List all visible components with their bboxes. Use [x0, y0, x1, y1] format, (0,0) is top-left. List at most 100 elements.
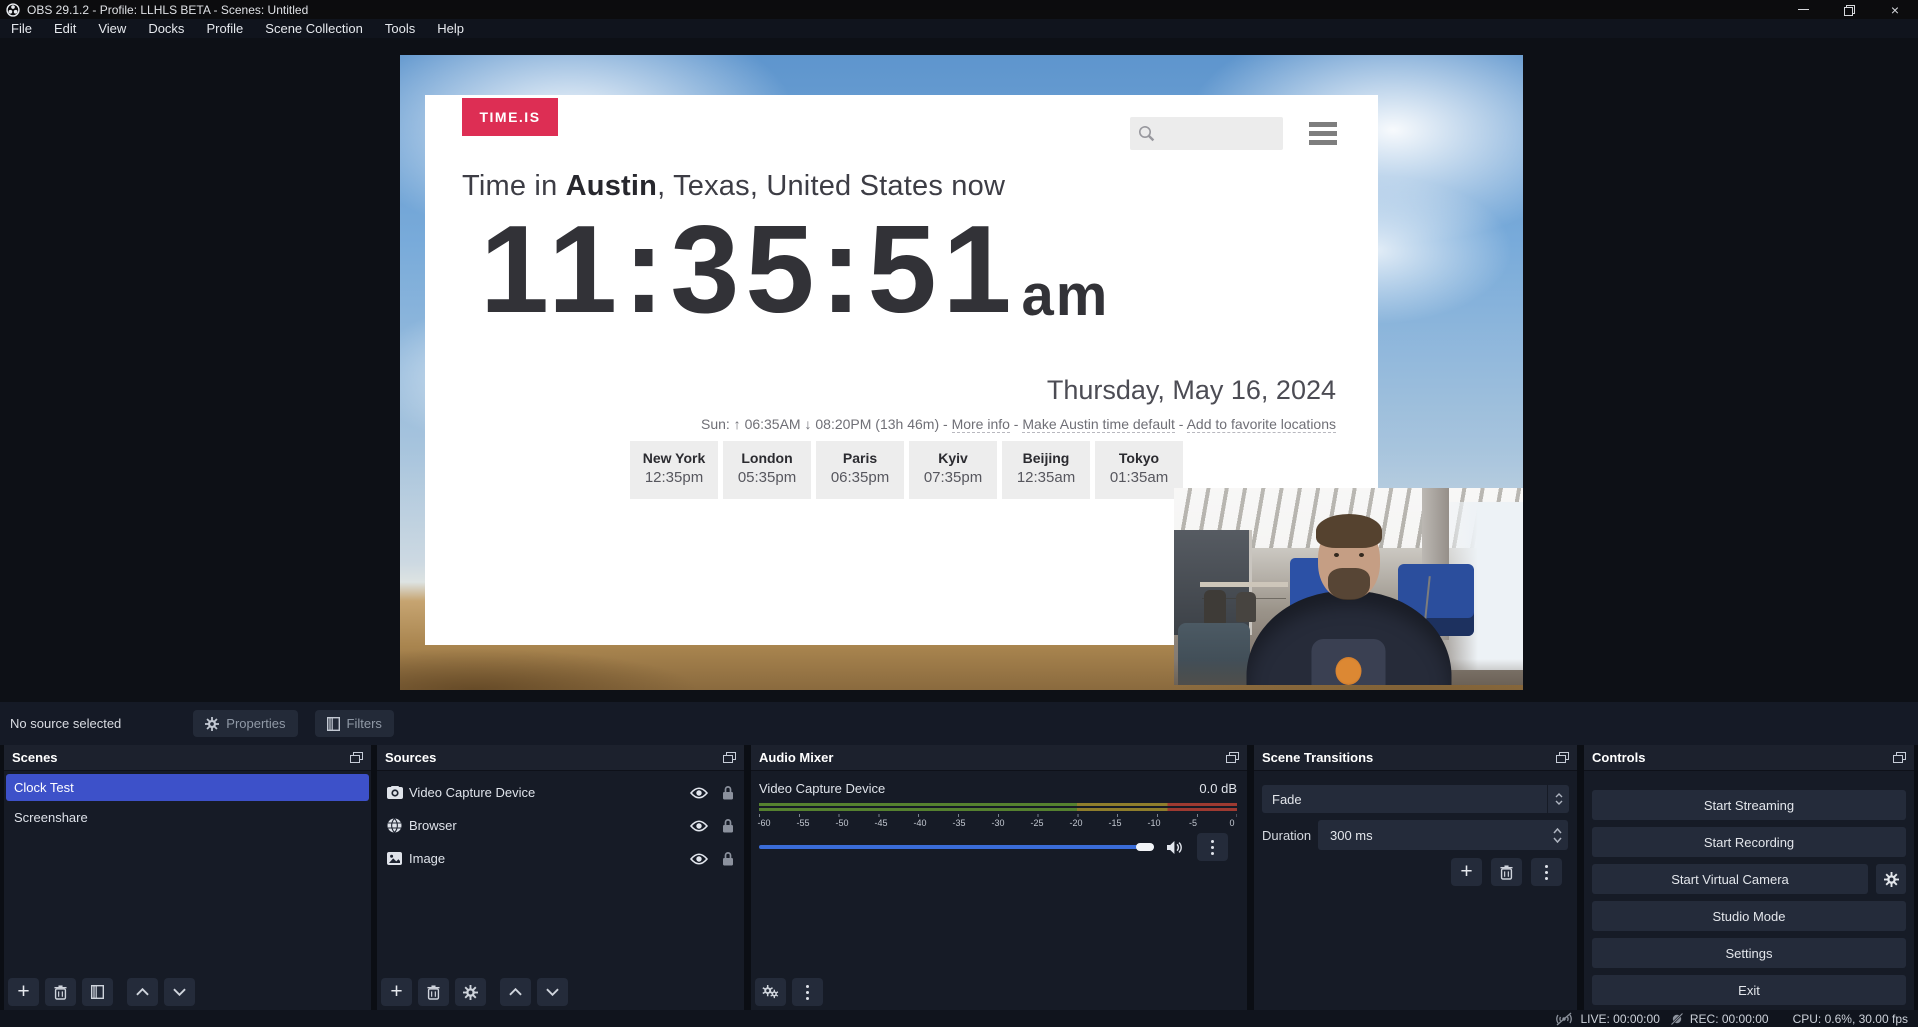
advanced-audio-button[interactable]: [755, 978, 786, 1006]
remove-transition-button[interactable]: [1491, 858, 1522, 886]
scene-transitions-header[interactable]: Scene Transitions: [1254, 745, 1577, 771]
scene-item-screenshare[interactable]: Screenshare: [6, 804, 369, 831]
plus-icon: +: [390, 981, 402, 1002]
city-box-paris[interactable]: Paris06:35pm: [816, 441, 904, 499]
start-recording-button[interactable]: Start Recording: [1592, 827, 1906, 857]
source-selection-toolbar: No source selected Properties Filters: [0, 702, 1918, 745]
add-scene-button[interactable]: +: [8, 978, 39, 1006]
kebab-icon: [806, 985, 809, 1000]
obs-window: OBS 29.1.2 - Profile: LLHLS BETA - Scene…: [0, 0, 1918, 1027]
virtual-camera-settings-button[interactable]: [1876, 864, 1906, 894]
popout-icon[interactable]: [723, 752, 736, 763]
close-button[interactable]: ×: [1872, 0, 1918, 19]
lock-icon[interactable]: [722, 851, 734, 866]
menu-help[interactable]: Help: [426, 19, 475, 38]
move-scene-down-button[interactable]: [164, 978, 195, 1006]
city-box-beijing[interactable]: Beijing12:35am: [1002, 441, 1090, 499]
window-title: OBS 29.1.2 - Profile: LLHLS BETA - Scene…: [27, 3, 308, 17]
restore-icon: [1844, 5, 1854, 15]
sun-info-line: Sun: ↑ 06:35AM ↓ 08:20PM (13h 46m) - Mor…: [701, 416, 1336, 432]
obs-logo-icon: [6, 3, 20, 17]
person-beard: [1328, 568, 1370, 600]
menu-edit[interactable]: Edit: [43, 19, 87, 38]
source-properties-button[interactable]: [455, 978, 486, 1006]
gear-icon: [1884, 872, 1899, 887]
preview-canvas[interactable]: TIME.IS Time in Austin, Texas, United St…: [400, 55, 1523, 690]
city-box-london[interactable]: London05:35pm: [723, 441, 811, 499]
add-transition-button[interactable]: +: [1451, 858, 1482, 886]
city-box-kyiv[interactable]: Kyiv07:35pm: [909, 441, 997, 499]
current-date: Thursday, May 16, 2024: [1047, 375, 1336, 406]
menu-tools[interactable]: Tools: [374, 19, 426, 38]
minimize-button[interactable]: [1780, 0, 1826, 19]
settings-button[interactable]: Settings: [1592, 938, 1906, 968]
menu-file[interactable]: File: [0, 19, 43, 38]
chevron-down-icon: [173, 988, 186, 996]
scene-filters-button[interactable]: [82, 978, 113, 1006]
transitions-toolbar: +: [1451, 858, 1562, 886]
move-scene-up-button[interactable]: [127, 978, 158, 1006]
add-source-button[interactable]: +: [381, 978, 412, 1006]
properties-button[interactable]: Properties: [193, 710, 297, 737]
source-item-video-capture[interactable]: Video Capture Device: [377, 776, 744, 809]
menu-profile[interactable]: Profile: [195, 19, 254, 38]
city-box-new-york[interactable]: New York12:35pm: [630, 441, 718, 499]
city-box-tokyo[interactable]: Tokyo01:35am: [1095, 441, 1183, 499]
mixer-channel-menu-button[interactable]: [1197, 833, 1228, 861]
eye-icon[interactable]: [690, 853, 708, 865]
move-source-down-button[interactable]: [537, 978, 568, 1006]
make-default-link[interactable]: Make Austin time default: [1022, 416, 1175, 433]
minimize-icon: [1798, 9, 1809, 10]
rec-status: REC: 00:00:00: [1670, 1012, 1769, 1026]
eye-icon[interactable]: [690, 787, 708, 799]
popout-icon[interactable]: [1893, 752, 1906, 763]
world-cities-row: New York12:35pm London05:35pm Paris06:35…: [630, 441, 1183, 499]
hamburger-menu-icon[interactable]: [1309, 122, 1337, 145]
popout-icon[interactable]: [1226, 752, 1239, 763]
gear-icon: [205, 717, 219, 731]
filters-button[interactable]: Filters: [315, 710, 394, 737]
live-muted-icon: [1554, 1012, 1574, 1026]
audio-mixer-header[interactable]: Audio Mixer: [751, 745, 1247, 771]
remove-source-button[interactable]: [418, 978, 449, 1006]
plus-icon: +: [1460, 861, 1472, 882]
studio-mode-button[interactable]: Studio Mode: [1592, 901, 1906, 931]
mixer-level-db: 0.0 dB: [1199, 781, 1237, 796]
popout-icon[interactable]: [1556, 752, 1569, 763]
gears-icon: [762, 985, 779, 1000]
clock-meridiem: am: [1022, 267, 1110, 325]
source-item-image[interactable]: Image: [377, 842, 744, 875]
transition-menu-button[interactable]: [1531, 858, 1562, 886]
mixer-menu-button[interactable]: [792, 978, 823, 1006]
menu-view[interactable]: View: [87, 19, 137, 38]
start-virtual-camera-button[interactable]: Start Virtual Camera: [1592, 864, 1868, 894]
vu-meter-scale: -60-55-50-45-40-35-30-25-20-15-10-50: [753, 818, 1243, 828]
eye-icon[interactable]: [690, 820, 708, 832]
volume-slider[interactable]: [759, 845, 1154, 849]
duration-input[interactable]: 300 ms: [1318, 820, 1568, 850]
speaker-icon[interactable]: [1166, 840, 1183, 855]
controls-header[interactable]: Controls: [1584, 745, 1914, 771]
search-input[interactable]: [1130, 117, 1283, 150]
lock-icon[interactable]: [722, 818, 734, 833]
menu-docks[interactable]: Docks: [137, 19, 195, 38]
remove-scene-button[interactable]: [45, 978, 76, 1006]
menu-scene-collection[interactable]: Scene Collection: [254, 19, 374, 38]
add-favorite-link[interactable]: Add to favorite locations: [1187, 416, 1336, 433]
exit-button[interactable]: Exit: [1592, 975, 1906, 1005]
scene-item-clock-test[interactable]: Clock Test: [6, 774, 369, 801]
source-item-browser[interactable]: Browser: [377, 809, 744, 842]
more-info-link[interactable]: More info: [952, 416, 1010, 433]
popout-icon[interactable]: [350, 752, 363, 763]
scenes-panel-header[interactable]: Scenes: [4, 745, 371, 771]
move-source-up-button[interactable]: [500, 978, 531, 1006]
volume-slider-handle[interactable]: [1136, 843, 1154, 851]
lock-icon[interactable]: [722, 785, 734, 800]
start-streaming-button[interactable]: Start Streaming: [1592, 790, 1906, 820]
sources-panel-header[interactable]: Sources: [377, 745, 744, 771]
scenes-panel: Scenes Clock Test Screenshare +: [4, 745, 371, 1010]
transition-select[interactable]: Fade: [1262, 785, 1569, 813]
spinner-arrows-icon[interactable]: [1553, 820, 1562, 850]
restore-button[interactable]: [1826, 0, 1872, 19]
cpu-status: CPU: 0.6%, 30.00 fps: [1793, 1012, 1908, 1026]
